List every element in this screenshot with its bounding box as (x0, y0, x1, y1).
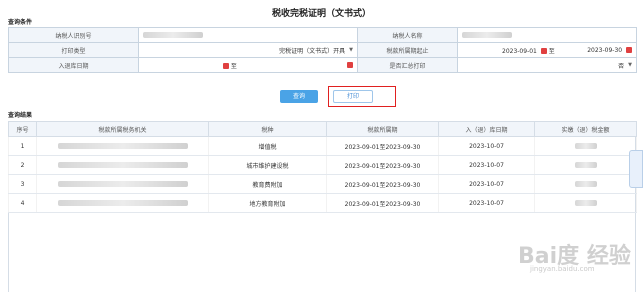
calendar-icon[interactable] (626, 47, 632, 53)
taxpayer-name-redacted (462, 32, 512, 38)
entry-date-range: 至 (138, 57, 358, 73)
calendar-icon[interactable] (540, 48, 547, 54)
summary-print-select[interactable]: 否 ▼ (457, 57, 637, 73)
watermark-url: jingyan.baidu.com (530, 265, 595, 273)
tax-period-to-input[interactable]: 2023-09-30 (587, 47, 622, 54)
column-header: 入（退）库日期 (438, 121, 535, 137)
row-number: 1 (8, 136, 37, 156)
chevron-down-icon: ▼ (628, 62, 632, 68)
period-cell: 2023-09-01至2023-09-30 (326, 155, 439, 175)
query-conditions-form: 纳税人识别号 纳税人名称 打印类型 完税证明（文书式）开具 ▼ 税款所属期起止 … (8, 27, 637, 73)
tax-period-from-input[interactable]: 2023-09-01 (502, 48, 537, 55)
calendar-icon[interactable] (223, 63, 229, 69)
summary-print-label: 是否汇总打印 (357, 57, 458, 73)
taxpayer-id-field (138, 27, 358, 43)
row-number: 2 (8, 155, 37, 175)
calendar-icon[interactable] (347, 62, 353, 68)
row-number: 3 (8, 174, 37, 194)
tax-office-redacted (57, 181, 188, 187)
table-header-row: 序号 税款所属税务机关 税种 税款所属期 入（退）库日期 实缴（退）税金额 (8, 121, 637, 137)
tax-type-cell: 城市维护建设税 (208, 155, 327, 175)
tax-period-separator: 至 (548, 47, 555, 55)
period-cell: 2023-09-01至2023-09-30 (326, 136, 439, 156)
amount-cell (534, 155, 637, 175)
row-number: 4 (8, 193, 37, 213)
tax-office-cell (36, 136, 209, 156)
amount-cell (534, 193, 637, 213)
query-button[interactable]: 查询 (280, 90, 318, 103)
taxpayer-id-redacted (143, 32, 203, 38)
column-header: 税款所属税务机关 (36, 121, 209, 137)
results-table: 序号 税款所属税务机关 税种 税款所属期 入（退）库日期 实缴（退）税金额 1 … (8, 121, 637, 213)
column-header: 实缴（退）税金额 (534, 121, 637, 137)
tax-office-redacted (57, 143, 188, 149)
print-type-label: 打印类型 (8, 42, 139, 58)
results-section-label: 查询结果 (8, 112, 33, 119)
tax-office-redacted (57, 162, 188, 168)
print-type-value: 完税证明（文书式）开具 (279, 47, 346, 55)
entry-date-separator: 至 (230, 62, 237, 70)
highlight-box (328, 86, 396, 107)
amount-cell (534, 136, 637, 156)
date-cell: 2023-10-07 (438, 155, 535, 175)
table-row[interactable]: 2 城市维护建设税 2023-09-01至2023-09-30 2023-10-… (8, 155, 637, 175)
table-row[interactable]: 4 地方教育附加 2023-09-01至2023-09-30 2023-10-0… (8, 193, 637, 213)
side-floating-widget[interactable] (629, 150, 643, 188)
column-header: 税款所属期 (326, 121, 439, 137)
tax-office-redacted (57, 200, 188, 206)
tax-period-label: 税款所属期起止 (357, 42, 458, 58)
tax-type-cell: 教育费附加 (208, 174, 327, 194)
chevron-down-icon: ▼ (349, 47, 353, 53)
amount-cell (534, 174, 637, 194)
taxpayer-name-field (457, 27, 637, 43)
tax-office-cell (36, 155, 209, 175)
column-header: 序号 (8, 121, 37, 137)
tax-office-cell (36, 174, 209, 194)
summary-print-value: 否 (618, 62, 625, 70)
tax-office-cell (36, 193, 209, 213)
tax-type-cell: 增值税 (208, 136, 327, 156)
print-type-select[interactable]: 完税证明（文书式）开具 ▼ (138, 42, 358, 58)
entry-date-label: 入退库日期 (8, 57, 139, 73)
amount-redacted (574, 200, 597, 206)
column-header: 税种 (208, 121, 327, 137)
period-cell: 2023-09-01至2023-09-30 (326, 193, 439, 213)
date-cell: 2023-10-07 (438, 193, 535, 213)
date-cell: 2023-10-07 (438, 174, 535, 194)
amount-redacted (574, 143, 597, 149)
conditions-section-label: 查询条件 (8, 19, 33, 26)
tax-period-range: 2023-09-01 至 2023-09-30 (457, 42, 637, 58)
period-cell: 2023-09-01至2023-09-30 (326, 174, 439, 194)
date-cell: 2023-10-07 (438, 136, 535, 156)
taxpayer-id-label: 纳税人识别号 (8, 27, 139, 43)
table-row[interactable]: 3 教育费附加 2023-09-01至2023-09-30 2023-10-07 (8, 174, 637, 194)
amount-redacted (574, 181, 597, 187)
amount-redacted (574, 162, 597, 168)
taxpayer-name-label: 纳税人名称 (357, 27, 458, 43)
table-row[interactable]: 1 增值税 2023-09-01至2023-09-30 2023-10-07 (8, 136, 637, 156)
page-title: 税收完税证明（文书式） (271, 9, 371, 19)
tax-type-cell: 地方教育附加 (208, 193, 327, 213)
